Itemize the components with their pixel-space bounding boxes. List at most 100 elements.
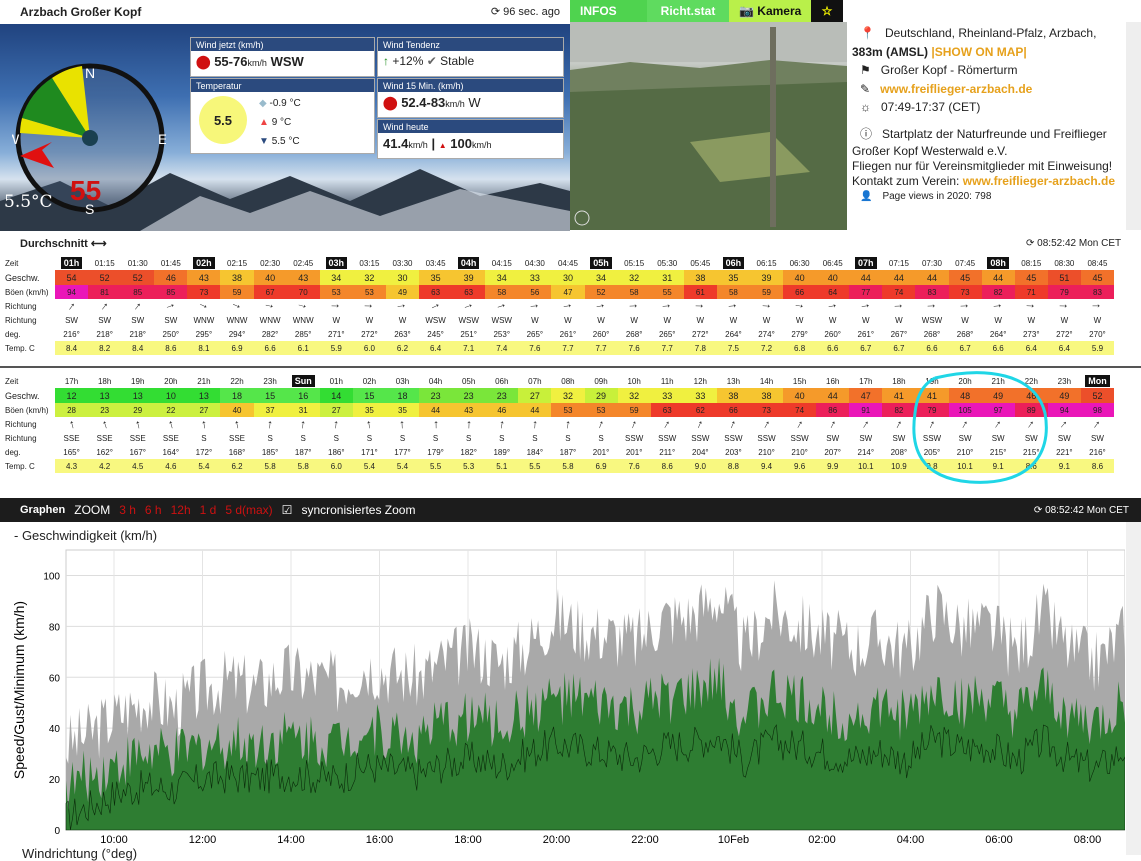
- check-icon: ✔: [426, 54, 437, 68]
- gust-cell: 53: [584, 403, 618, 417]
- time-label: 04:45: [557, 258, 578, 268]
- station-info-panel: 📍 Deutschland, Rheinland-Pfalz, Arzbach, …: [850, 22, 1125, 230]
- time-cell: 06h: [485, 374, 518, 388]
- temp-cell: 8.1: [187, 341, 221, 355]
- temp-cell: 6.9: [584, 459, 618, 473]
- zoom-3h[interactable]: 3 h: [119, 503, 136, 517]
- temp-cell: 7.6: [617, 459, 651, 473]
- x-tick-label: 10Feb: [718, 834, 749, 846]
- temp-cell: 6.4: [1014, 341, 1048, 355]
- info-scrollbar[interactable]: [1126, 22, 1141, 230]
- speed-cell: 54: [55, 270, 89, 285]
- time-label: 04:15: [491, 258, 512, 268]
- zoom-1d[interactable]: 1 d: [200, 503, 217, 517]
- temp-cell: 6.2: [385, 341, 420, 355]
- degree-cell: 218°: [129, 329, 146, 339]
- sync-checkbox[interactable]: ☑: [282, 503, 293, 517]
- direction-cell: S: [333, 433, 339, 443]
- zoom-5d[interactable]: 5 d(max): [225, 503, 272, 517]
- degree-cell: 295°: [195, 329, 213, 339]
- degree-cell: 270°: [1089, 329, 1106, 339]
- page-scrollbar[interactable]: [1126, 522, 1141, 855]
- temp-cell: 9.6: [783, 459, 817, 473]
- graph-title: Graphen: [20, 504, 66, 516]
- time-label: 05:15: [624, 258, 645, 268]
- gust-cell: 61: [683, 285, 717, 299]
- direction-arrow-icon: ↑: [527, 302, 543, 310]
- direction-arrow-icon: ↑: [427, 300, 444, 312]
- speed-cell: 38: [749, 388, 784, 403]
- direction-arrow-cell: ↑: [55, 299, 88, 314]
- direction-arrow-icon: ↑: [131, 298, 145, 314]
- favorite-star-icon[interactable]: ☆: [811, 0, 843, 22]
- webcam-image[interactable]: [570, 22, 847, 230]
- direction-cell: SW: [164, 315, 178, 325]
- speed-cell: 43: [286, 270, 320, 285]
- gust-cell: 55: [650, 285, 684, 299]
- degree-cell: 216°: [1089, 447, 1106, 457]
- direction-cell: SSE: [229, 433, 246, 443]
- direction-arrow-cell: ↑: [353, 417, 386, 432]
- speed-cell: 32: [617, 388, 651, 403]
- time-cell: 14h: [750, 374, 783, 388]
- speed-cell: 33: [683, 388, 717, 403]
- direction-cell: W: [564, 315, 572, 325]
- degree-cell: 201°: [625, 447, 643, 457]
- website-link[interactable]: www.freiflieger-arzbach.de: [880, 80, 1032, 99]
- direction-arrow-icon: ↑: [494, 301, 510, 311]
- direction-arrow-icon: ↑: [295, 301, 311, 311]
- direction-cell: SW: [65, 315, 78, 325]
- temp-max: 9 °C: [271, 117, 292, 128]
- degree-cell: 260°: [824, 329, 841, 339]
- zoom-12h[interactable]: 12h: [171, 503, 191, 517]
- time-cell: 04:15: [485, 256, 518, 270]
- cur-temp-icon: ▼: [259, 136, 269, 147]
- time-label: 07h: [855, 257, 877, 269]
- x-tick-label: 16:00: [366, 834, 394, 846]
- direction-arrow-icon: ↑: [891, 302, 907, 310]
- direction-arrow-icon: ↑: [727, 416, 739, 432]
- wind-now-card: Wind jetzt (km/h) ⬤ 55-76km/h WSW: [190, 37, 375, 77]
- speed-chart: 0 20 40 60 80 100 10:00 12:00 14:00 16:00 18:00 20:…: [11, 549, 1125, 846]
- tab-infos[interactable]: INFOS: [570, 0, 647, 22]
- wind-15min-title: Wind 15 Min. (km/h): [378, 79, 563, 92]
- degree-cell: 272°: [692, 329, 709, 339]
- gust-cell: 44: [419, 403, 453, 417]
- direction-arrow-cell: ↑: [849, 417, 882, 432]
- gust-cell: 58: [716, 285, 750, 299]
- direction-cell: W: [696, 315, 705, 325]
- tab-kamera[interactable]: 📷 Kamera: [729, 0, 811, 22]
- table1-row-temp: Temp. C 8.4 8.2 8.4 8.6 8.1 6.9 6.6 6.1 5.9 6.0 6.2…: [0, 341, 1114, 355]
- tab-richtstat[interactable]: Richt.stat: [647, 0, 729, 22]
- gust-cell: 83: [915, 285, 949, 299]
- wind15-unit: km/h: [445, 99, 465, 109]
- show-on-map-link[interactable]: |SHOW ON MAP|: [931, 45, 1026, 59]
- speed-cell: 52: [88, 270, 122, 285]
- direction-arrow-cell: ↑: [783, 416, 816, 431]
- direction-arrow-cell: ↑: [518, 299, 551, 313]
- contact-link[interactable]: www.freiflieger-arzbach.de: [963, 174, 1115, 188]
- degree-cell: 294°: [228, 329, 246, 339]
- next-section-title: Windrichtung (°deg): [22, 846, 138, 861]
- y-tick-label: 80: [49, 622, 61, 633]
- today-max-unit: km/h: [471, 140, 492, 150]
- zoom-6h[interactable]: 6 h: [145, 503, 162, 517]
- speed-cell: 32: [352, 270, 386, 285]
- direction-cell: WSW: [491, 315, 512, 325]
- table1-row-deg: deg. 216° 218° 218° 250° 295° 294° 282° 285° 271°…: [0, 327, 1114, 341]
- compass-E: E: [158, 131, 166, 147]
- temp-cell: 5.9: [319, 341, 353, 355]
- direction-cell: W: [365, 315, 374, 325]
- expand-arrows-icon[interactable]: ⟷: [91, 238, 107, 250]
- gust-cell: 27: [319, 403, 353, 417]
- direction-arrow-icon: ↑: [957, 302, 973, 310]
- direction-arrow-cell: ↑: [982, 299, 1015, 313]
- direction-arrow-cell: ↑: [187, 417, 220, 432]
- time-cell: 12h: [684, 374, 717, 388]
- degree-cell: 273°: [1022, 329, 1040, 339]
- wind-trend-card: Wind Tendenz ↑ +12% ✔ Stable: [377, 37, 564, 77]
- speed-cell: 14: [319, 388, 353, 403]
- direction-cell: WSW: [425, 315, 446, 325]
- direction-arrow-icon: ↑: [661, 416, 674, 432]
- speed-cell: 23: [419, 388, 453, 403]
